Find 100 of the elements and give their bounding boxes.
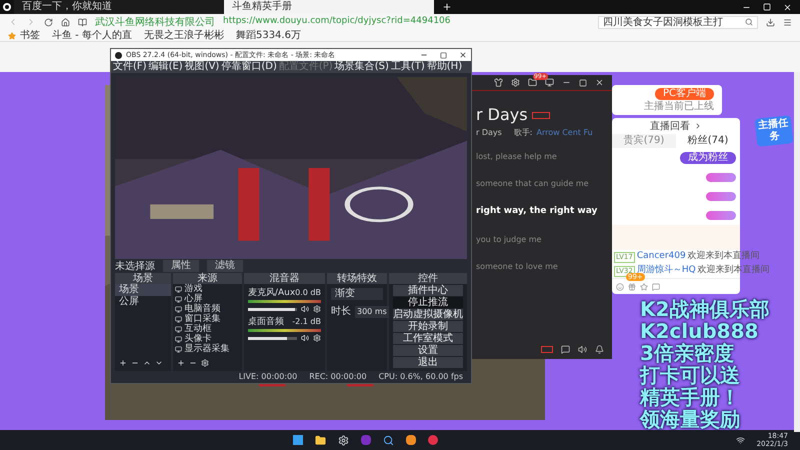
bookmark-link[interactable]: 舞蹈5334.6万 bbox=[236, 30, 301, 42]
channel-reading: 0.0 dB bbox=[295, 288, 321, 298]
user-name[interactable]: Cancer409 bbox=[636, 250, 686, 264]
message-icon[interactable] bbox=[652, 282, 660, 290]
menu-item[interactable]: 场景集合(S) bbox=[334, 61, 389, 73]
search-field[interactable]: 四川美食女子因洞模板主打 bbox=[598, 16, 758, 28]
source-item[interactable]: 互动框 bbox=[184, 324, 212, 334]
volume-icon[interactable] bbox=[578, 344, 587, 354]
danmaku-toggle-icon[interactable] bbox=[541, 346, 553, 352]
move-up-icon[interactable] bbox=[143, 359, 151, 367]
browser-tab[interactable]: 百度一下，你就知道 bbox=[14, 0, 224, 14]
comment-icon[interactable] bbox=[561, 344, 570, 354]
star-icon[interactable] bbox=[640, 282, 648, 290]
duration-field[interactable]: 300 ms bbox=[355, 306, 389, 318]
cast-icon[interactable] bbox=[545, 78, 554, 87]
gear-icon[interactable] bbox=[338, 434, 350, 446]
volume-icon[interactable] bbox=[301, 334, 309, 342]
menu-item[interactable]: 文件(F) bbox=[113, 61, 147, 73]
replay-link[interactable]: 直播回看 bbox=[650, 118, 690, 134]
dock-title: 控件 bbox=[389, 273, 467, 284]
volume-icon[interactable] bbox=[301, 305, 309, 313]
menu-item[interactable]: 停靠窗口(D) bbox=[221, 61, 277, 73]
lyric-line: lost, please help me bbox=[476, 151, 558, 163]
lyric-line: someone to love me bbox=[476, 260, 559, 272]
source-item[interactable]: 电脑音频 bbox=[184, 304, 220, 314]
add-icon[interactable] bbox=[177, 359, 186, 367]
add-icon[interactable] bbox=[119, 359, 127, 367]
menu-icon[interactable] bbox=[783, 18, 792, 26]
source-item[interactable]: 头像卡 bbox=[184, 334, 212, 344]
close-icon[interactable] bbox=[459, 51, 467, 59]
control-button[interactable]: 停止推流 bbox=[393, 297, 463, 308]
settings-icon[interactable] bbox=[511, 78, 520, 87]
source-item[interactable]: 窗口采集 bbox=[184, 314, 220, 324]
control-button[interactable]: 设置 bbox=[393, 345, 463, 356]
home-icon[interactable] bbox=[61, 18, 70, 26]
download-icon[interactable] bbox=[766, 18, 775, 26]
source-type-icon bbox=[175, 316, 182, 322]
status-text: REC: 00:00:00 bbox=[309, 371, 367, 383]
source-type-icon bbox=[175, 296, 182, 302]
control-button[interactable]: 工作室模式 bbox=[393, 333, 463, 344]
control-button[interactable]: 启动虚拟摄像机 bbox=[393, 309, 463, 320]
app-icon[interactable] bbox=[406, 435, 416, 445]
bookmark-link[interactable]: 无畏之王浪子彬彬 bbox=[144, 30, 224, 42]
star-icon bbox=[8, 32, 16, 40]
fan-button[interactable]: 成为粉丝 bbox=[680, 152, 736, 164]
search-icon[interactable] bbox=[745, 18, 753, 26]
bookmark-link[interactable]: 斗鱼 - 每个人的直 bbox=[52, 30, 132, 42]
lyric-line: someone that can guide me bbox=[476, 178, 590, 190]
start-icon[interactable] bbox=[293, 435, 304, 445]
transition-select[interactable]: 渐变 bbox=[331, 288, 383, 300]
site-name: 武汉斗鱼网络科技有限公司 bbox=[95, 16, 215, 30]
bookmark-link[interactable]: 书签 bbox=[20, 30, 40, 42]
fan-badge-icon bbox=[706, 192, 736, 201]
smile-icon[interactable] bbox=[616, 282, 624, 290]
duration-label: 时长 bbox=[331, 304, 351, 319]
status-text: LIVE: 00:00:00 bbox=[238, 371, 298, 383]
source-button[interactable]: 属性 bbox=[163, 260, 199, 272]
lyric-line: you to judge me bbox=[476, 234, 542, 246]
reload-icon[interactable] bbox=[44, 18, 53, 26]
settings-icon[interactable] bbox=[201, 359, 210, 367]
menu-item[interactable]: 视图(V) bbox=[184, 61, 220, 73]
source-button[interactable]: 滤镜 bbox=[207, 260, 243, 272]
browser-tab[interactable]: 斗鱼精英手册 bbox=[224, 0, 434, 14]
menu-item[interactable]: 编辑(E) bbox=[148, 61, 183, 73]
control-button[interactable]: 开始录制 bbox=[393, 321, 463, 332]
dock-title: 场景 bbox=[115, 273, 172, 284]
shirt-icon[interactable] bbox=[494, 78, 503, 87]
control-button[interactable]: 退出 bbox=[393, 357, 463, 368]
volume-slider[interactable] bbox=[248, 336, 297, 340]
source-item[interactable]: 显示器采集 bbox=[184, 344, 230, 354]
source-item[interactable]: 游戏 bbox=[184, 284, 202, 294]
new-tab-icon[interactable] bbox=[442, 2, 452, 12]
scene-item[interactable]: 公屏 bbox=[115, 296, 172, 308]
maximize-icon[interactable] bbox=[440, 52, 447, 58]
settings-icon[interactable] bbox=[313, 305, 321, 313]
settings-icon[interactable] bbox=[313, 334, 321, 342]
scene-item[interactable]: 场景 bbox=[115, 284, 172, 296]
menu-item[interactable]: 帮助(H) bbox=[426, 61, 462, 73]
source-status: 未选择源 bbox=[115, 260, 155, 272]
dock-title: 混音器 bbox=[244, 273, 325, 284]
folder-icon[interactable] bbox=[315, 434, 326, 446]
move-down-icon[interactable] bbox=[155, 359, 163, 367]
gift-icon[interactable] bbox=[628, 282, 636, 290]
status-text: CPU: 0.6%, 60.00 fps bbox=[378, 371, 463, 383]
dock-title: 来源 bbox=[173, 273, 242, 284]
fan-badge-icon bbox=[706, 211, 736, 220]
menu-item[interactable]: 工具(T) bbox=[390, 61, 425, 73]
channel-reading: -2.1 dB bbox=[292, 317, 321, 327]
bell-icon[interactable] bbox=[595, 344, 604, 354]
app-icon[interactable] bbox=[428, 435, 438, 445]
album-name: r Days bbox=[476, 127, 502, 139]
panel-tab[interactable]: 粉丝(74) bbox=[676, 134, 740, 148]
online-note: 主播当前已上线 bbox=[644, 100, 714, 112]
task-badge[interactable]: 主播任务 bbox=[754, 115, 794, 147]
reader-icon[interactable] bbox=[78, 18, 87, 26]
source-item[interactable]: 心屏 bbox=[184, 294, 202, 304]
control-button[interactable]: 插件中心 bbox=[393, 285, 463, 296]
search-icon[interactable] bbox=[383, 434, 394, 446]
artist-label: 歌手: bbox=[514, 127, 532, 139]
source-type-icon bbox=[175, 346, 182, 352]
